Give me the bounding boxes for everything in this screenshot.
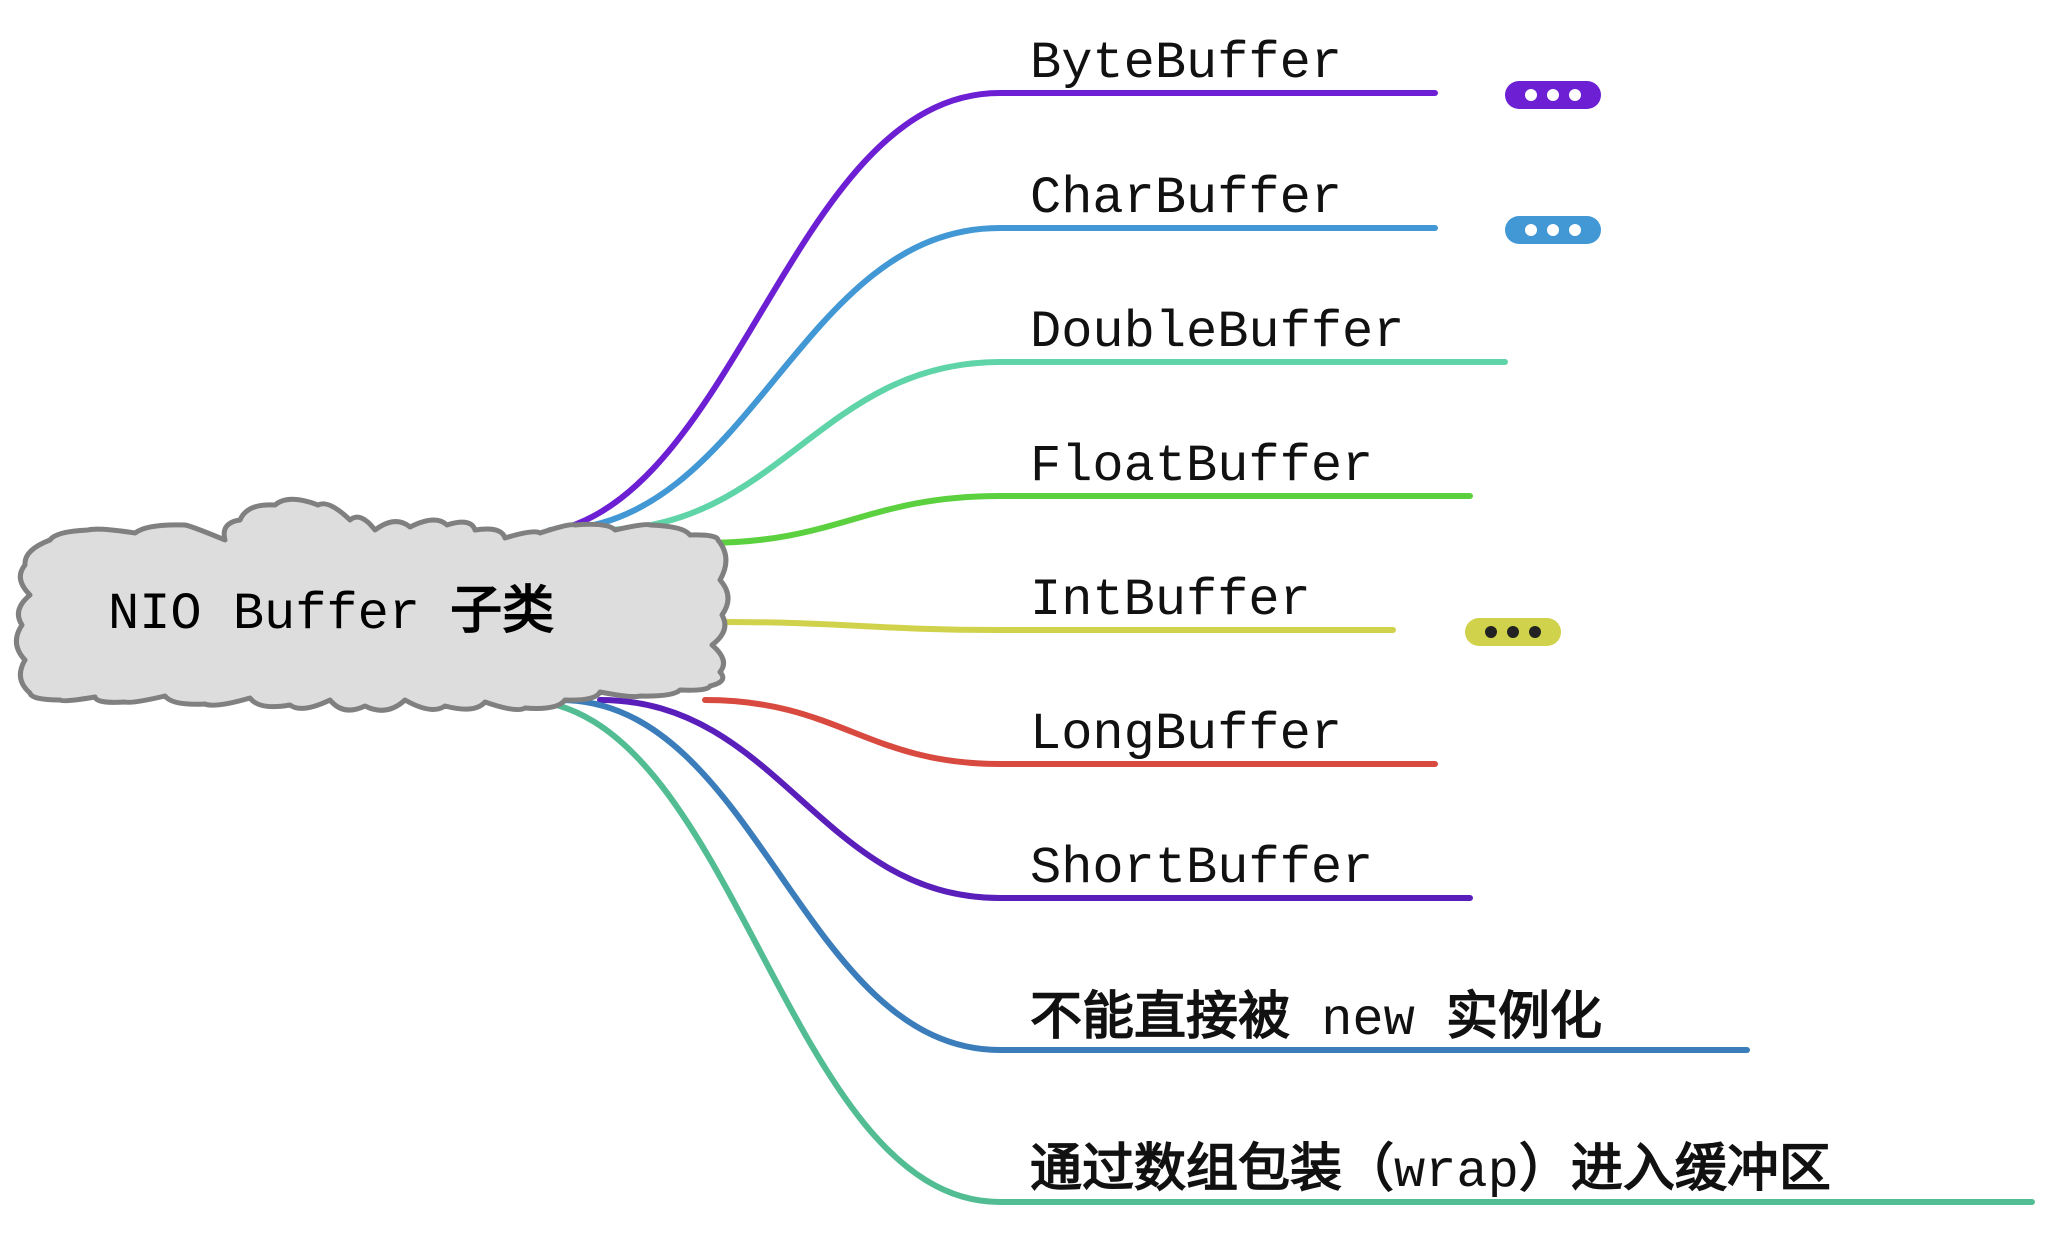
expand-collapsed-button[interactable] bbox=[1505, 81, 1601, 109]
branch-topic[interactable]: LongBuffer bbox=[1030, 705, 1342, 764]
more-dot-icon bbox=[1547, 89, 1559, 101]
branch-topic-label: ShortBuffer bbox=[1030, 839, 1373, 898]
root-label-cjk: 子类 bbox=[450, 581, 554, 641]
root-label-mono: NIO Buffer bbox=[108, 585, 420, 644]
branch-topic[interactable]: 不能直接被 new 实例化 bbox=[1030, 987, 1602, 1050]
more-dot-icon bbox=[1547, 224, 1559, 236]
root-topic-label: NIO Buffer 子类 bbox=[108, 581, 554, 644]
more-dot-icon bbox=[1525, 224, 1537, 236]
branch-topic-label: IntBuffer bbox=[1030, 571, 1311, 630]
mindmap-canvas: NIO Buffer 子类 ByteBuffer CharBuffer DoubleB… bbox=[14, 34, 2035, 1205]
branch-label-part: 通过数组包装（ bbox=[1030, 1139, 1394, 1199]
branch-topic-label: DoubleBuffer bbox=[1030, 303, 1404, 362]
branch-label-part: ）进入缓冲区 bbox=[1519, 1139, 1831, 1199]
branch-label-part: wrap bbox=[1394, 1143, 1519, 1202]
more-dot-icon bbox=[1485, 626, 1497, 638]
branch-label-part: IntBuffer bbox=[1030, 571, 1311, 630]
more-dot-icon bbox=[1529, 626, 1541, 638]
more-dot-icon bbox=[1569, 89, 1581, 101]
branch-label-part: LongBuffer bbox=[1030, 705, 1342, 764]
branch-nodes: ByteBuffer CharBuffer DoubleBuffer FloatBuf… bbox=[1030, 34, 1831, 1202]
expand-collapsed-button[interactable] bbox=[1465, 618, 1561, 646]
branch-topic[interactable]: DoubleBuffer bbox=[1030, 303, 1404, 362]
branch-label-part: DoubleBuffer bbox=[1030, 303, 1404, 362]
branch-topic-label: LongBuffer bbox=[1030, 705, 1342, 764]
branch-topic[interactable]: ByteBuffer bbox=[1030, 34, 1601, 109]
branch-topic[interactable]: ShortBuffer bbox=[1030, 839, 1373, 898]
branch-topic[interactable]: FloatBuffer bbox=[1030, 437, 1373, 496]
branch-topic-label: ByteBuffer bbox=[1030, 34, 1342, 93]
branch-topic-label: FloatBuffer bbox=[1030, 437, 1373, 496]
branch-connector-line bbox=[517, 697, 2035, 1205]
branch-topic-label: 不能直接被 new 实例化 bbox=[1030, 987, 1602, 1050]
expand-collapsed-button[interactable] bbox=[1505, 216, 1601, 244]
branch-label-part: CharBuffer bbox=[1030, 169, 1342, 228]
branch-label-part: 不能直接被 bbox=[1030, 987, 1290, 1047]
branch-topic-label: CharBuffer bbox=[1030, 169, 1342, 228]
root-topic[interactable]: NIO Buffer 子类 bbox=[14, 496, 731, 713]
branch-label-part: new bbox=[1290, 991, 1446, 1050]
branch-topic[interactable]: CharBuffer bbox=[1030, 169, 1601, 244]
more-dot-icon bbox=[1569, 224, 1581, 236]
more-dot-icon bbox=[1525, 89, 1537, 101]
branch-topic-label: 通过数组包装（wrap）进入缓冲区 bbox=[1030, 1139, 1831, 1202]
branch-label-part: ByteBuffer bbox=[1030, 34, 1342, 93]
branch-topic[interactable]: 通过数组包装（wrap）进入缓冲区 bbox=[1030, 1139, 1831, 1202]
branch-topic[interactable]: IntBuffer bbox=[1030, 571, 1561, 646]
more-dot-icon bbox=[1507, 626, 1519, 638]
branch-connector-line bbox=[702, 493, 1473, 546]
branch-label-part: FloatBuffer bbox=[1030, 437, 1373, 496]
branch-label-part: 实例化 bbox=[1446, 987, 1602, 1047]
branch-label-part: ShortBuffer bbox=[1030, 839, 1373, 898]
